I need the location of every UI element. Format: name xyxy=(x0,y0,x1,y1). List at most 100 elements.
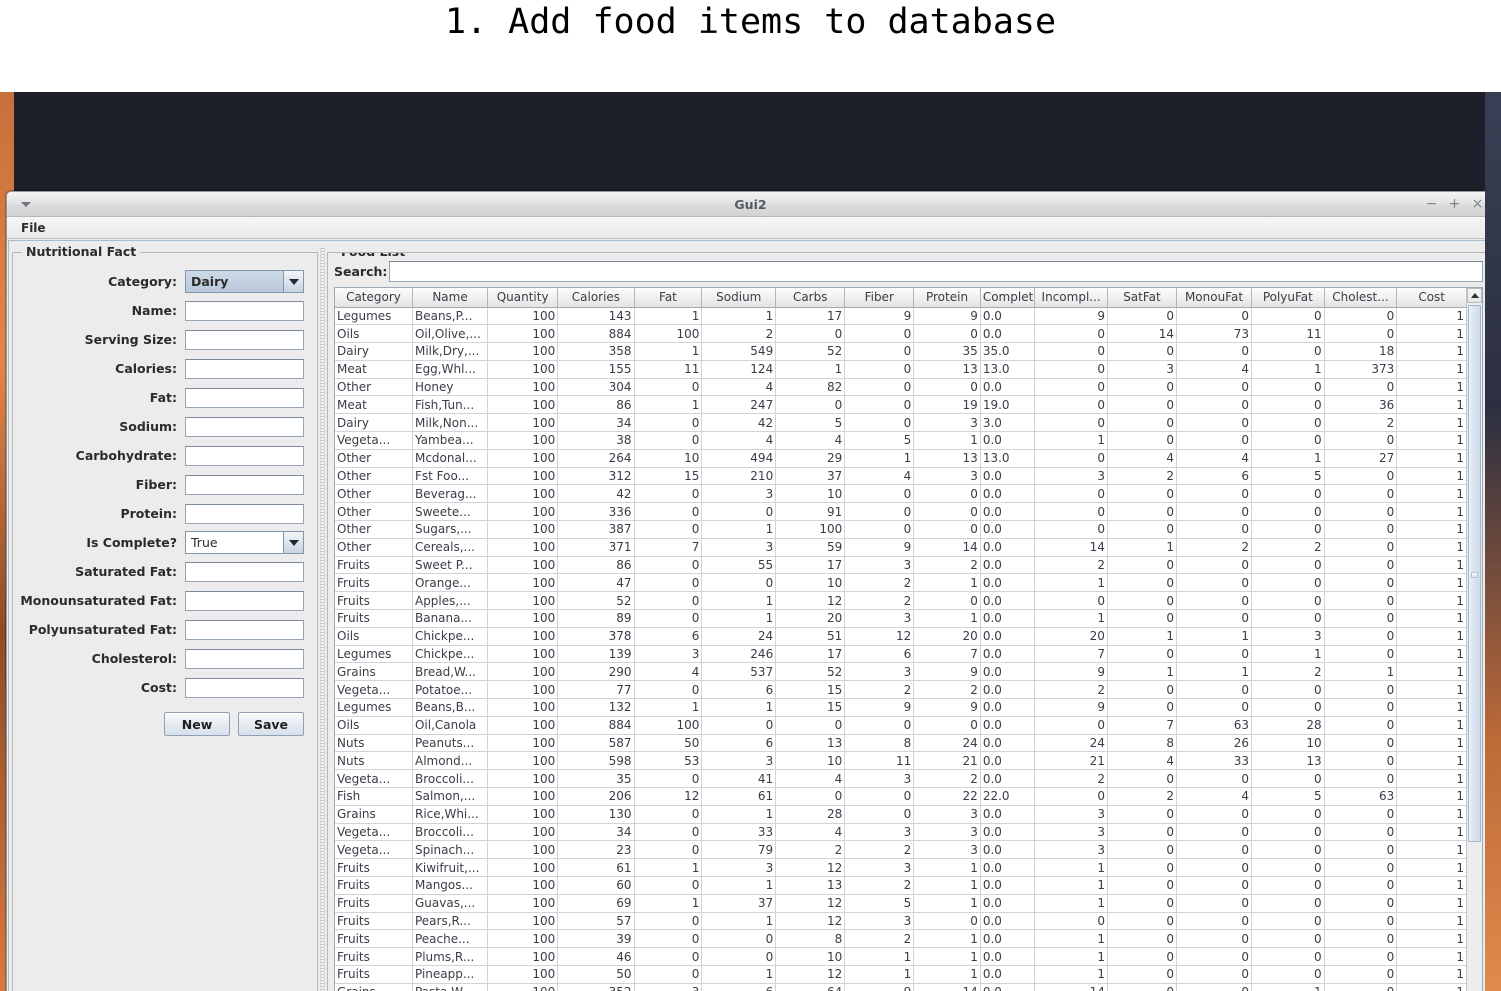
table-cell: 1 xyxy=(1396,342,1466,361)
combo-box[interactable]: True xyxy=(185,531,304,554)
table-row[interactable]: Vegeta... Yambea... 100 38 0 4 4 5 1 0.0 1 0 0 0 0 1 xyxy=(335,431,1466,450)
column-header[interactable]: Protein xyxy=(913,288,981,308)
scrollbar-track[interactable] xyxy=(1467,303,1482,991)
table-row[interactable]: Nuts Almond... 100 598 53 3 10 11 21 0.0 21 4 33 13 0 1 xyxy=(335,751,1466,771)
table-row[interactable]: Other Beverag... 100 42 0 3 10 0 0 0.0 0 0 0 0 0 1 xyxy=(335,484,1466,504)
table-row[interactable]: Dairy Milk,Dry,... 100 358 1 549 52 0 35 35.0 0 0 0 0… xyxy=(335,342,1466,361)
column-header[interactable]: Quantity xyxy=(487,288,559,308)
chevron-down-icon[interactable] xyxy=(21,201,31,207)
table-cell: 0 xyxy=(1251,342,1325,361)
text-field[interactable] xyxy=(185,619,304,640)
table-cell: 1 xyxy=(1396,965,1466,984)
food-table-header-row[interactable]: Category Name Quantity Calories Fat Sodium Car… xyxy=(335,288,1466,308)
table-row[interactable]: GrainsPasta,W...10035236649140.01400101 xyxy=(335,983,1466,991)
food-table-body[interactable]: Legumes Beans,P... 100 143 1 1 17 9 9 0.0 9 0 0 0 0 1 Oi… xyxy=(335,307,1466,991)
food-table[interactable]: Category Name Quantity Calories Fat Sodium Car… xyxy=(335,288,1466,991)
column-header[interactable]: SatFat xyxy=(1107,288,1177,308)
column-header[interactable]: Cost xyxy=(1396,288,1466,308)
table-row[interactable]: Meat Egg,Whl... 100 155 11 124 1 0 13 13.0 0 3 4 1 373… xyxy=(335,360,1466,379)
table-cell: Fruits xyxy=(335,591,413,611)
divider-grip[interactable] xyxy=(320,248,325,991)
table-row[interactable]: Fruits Sweet P... 100 86 0 55 17 3 2 0.0 2 0 0 0 0 1 xyxy=(335,556,1466,575)
table-row[interactable]: Fruits Pears,R... 100 57 0 1 12 3 0 0.0 0 0 0 0 0 1 xyxy=(335,912,1466,931)
table-row[interactable]: Other Sweete... 100 336 0 0 91 0 0 0.0 0 0 0 0 0 1 xyxy=(335,502,1466,522)
table-row[interactable]: Vegeta... Broccoli... 100 35 0 41 4 3 2 0.0 2 0 0 0 0 1 xyxy=(335,769,1466,789)
table-row[interactable]: Other Fst Foo... 100 312 15 210 37 4 3 0.0 3 2 6 5 0 1 xyxy=(335,467,1466,486)
column-header[interactable]: Cholest... xyxy=(1324,288,1398,308)
table-row[interactable]: Fruits Pineapp... 100 50 0 1 12 1 1 0.0 1 0 0 0 0 1 xyxy=(335,965,1466,984)
minimize-button[interactable]: − xyxy=(1425,197,1438,211)
menu-item-file[interactable]: File xyxy=(16,219,51,237)
column-header[interactable]: Fat xyxy=(634,288,703,308)
column-header[interactable]: MonouFat xyxy=(1176,288,1253,308)
table-row[interactable]: Nuts Peanuts... 100 587 50 6 13 8 24 0.0 24 8 26 10 0 1 xyxy=(335,734,1466,753)
table-row[interactable]: Vegeta... Potatoe... 100 77 0 6 15 2 2 0.0 2 0 0 0 0 1 xyxy=(335,680,1466,700)
column-header[interactable]: Name xyxy=(412,288,489,308)
column-header[interactable]: Incompl... xyxy=(1034,288,1108,308)
table-row[interactable]: Fruits Kiwifruit,... 100 61 1 3 12 3 1 0.0 1 0 0 0 0 1 xyxy=(335,858,1466,877)
column-header[interactable]: PolyuFat xyxy=(1251,288,1325,308)
table-row[interactable]: Other Cereals,... 100 371 7 3 59 9 14 0.0 14 1 2 2 0 1 xyxy=(335,538,1466,557)
combo-box[interactable]: Dairy xyxy=(185,270,304,293)
table-row[interactable]: Other Sugars,... 100 387 0 1 100 0 0 0.0 0 0 0 0 0 1 xyxy=(335,520,1466,539)
table-cell: 9 xyxy=(844,983,915,991)
table-row[interactable]: Fruits Apples,... 100 52 0 1 12 2 0 0.0 0 0 0 0 0 1 xyxy=(335,591,1466,611)
table-row[interactable]: Fruits Banana... 100 89 0 1 20 3 1 0.0 1 0 0 0 0 1 xyxy=(335,609,1466,628)
scrollbar-thumb[interactable] xyxy=(1468,305,1481,843)
nutritional-fact-legend: Nutritional Fact xyxy=(22,244,141,259)
table-row[interactable]: Fruits Peache... 100 39 0 0 8 2 1 0.0 1 0 0 0 0 1 xyxy=(335,929,1466,949)
new-button[interactable]: New xyxy=(164,712,230,736)
column-header[interactable]: Carbs xyxy=(775,288,846,308)
column-header[interactable]: Complete xyxy=(980,288,1036,308)
table-vertical-scrollbar[interactable] xyxy=(1466,288,1482,991)
table-row[interactable]: Fruits Guavas,... 100 69 1 37 12 5 1 0.0 1 0 0 0 0 1 xyxy=(335,894,1466,913)
column-header[interactable]: Category xyxy=(335,288,413,308)
text-field[interactable] xyxy=(185,503,304,524)
table-row[interactable]: Fish Salmon,... 100 206 12 61 0 0 22 22.0 0 2 4 5 63 1 xyxy=(335,787,1466,806)
table-row[interactable]: Legumes Chickpe... 100 139 3 246 17 6 7 0.0 7 0 0 1 0 1 xyxy=(335,645,1466,664)
text-field[interactable] xyxy=(185,416,304,437)
search-input[interactable] xyxy=(389,261,1483,282)
table-row[interactable]: Vegeta... Broccoli... 100 34 0 33 4 3 3 0.0 3 0 0 0 0 1 xyxy=(335,823,1466,842)
table-row[interactable]: Vegeta... Spinach... 100 23 0 79 2 2 3 0.0 3 0 0 0 0 1 xyxy=(335,840,1466,860)
split-pane-divider[interactable] xyxy=(318,244,327,991)
table-row[interactable]: Other Mcdonal... 100 264 10 494 29 1 13 13.0 0 4 4 1 2… xyxy=(335,449,1466,468)
column-header[interactable]: Sodium xyxy=(701,288,777,308)
table-row[interactable]: Legumes Beans,B... 100 132 1 1 15 9 9 0.0 9 0 0 0 0 1 xyxy=(335,698,1466,717)
table-row[interactable]: Oils Chickpe... 100 378 6 24 51 12 20 0.0 20 1 1 3 0 1 xyxy=(335,627,1466,646)
text-field[interactable] xyxy=(185,445,304,466)
table-row[interactable]: Fruits Plums,R... 100 46 0 0 10 1 1 0.0 1 0 0 0 0 1 xyxy=(335,947,1466,966)
text-field[interactable] xyxy=(185,474,304,495)
table-row[interactable]: Oils Oil,Olive,... 100 884 100 2 0 0 0 0.0 0 14 73 11… xyxy=(335,324,1466,344)
text-field[interactable] xyxy=(185,677,304,698)
text-field[interactable] xyxy=(185,648,304,669)
table-row[interactable]: Other Honey 100 304 0 4 82 0 0 0.0 0 0 0 0 0 1 xyxy=(335,378,1466,397)
combo-arrow-button[interactable] xyxy=(283,532,303,553)
save-button[interactable]: Save xyxy=(238,712,304,736)
table-row[interactable]: Grains Rice,Whi... 100 130 0 1 28 0 3 0.0 3 0 0 0 0 1 xyxy=(335,805,1466,824)
column-header[interactable]: Calories xyxy=(557,288,635,308)
table-row[interactable]: Grains Bread,W... 100 290 4 537 52 3 9 0.0 9 1 1 2 1 1 xyxy=(335,662,1466,682)
table-row[interactable]: Oils Oil,Canola 100 884 100 0 0 0 0 0.0 0 7 63 28 0 1 xyxy=(335,716,1466,735)
table-row[interactable]: Fruits Mangos... 100 60 0 1 13 2 1 0.0 1 0 0 0 0 1 xyxy=(335,876,1466,895)
column-header[interactable]: Fiber xyxy=(844,288,915,308)
text-field[interactable] xyxy=(185,358,304,379)
table-row[interactable]: Legumes Beans,P... 100 143 1 1 17 9 9 0.0 9 0 0 0 0 1 xyxy=(335,307,1466,326)
table-cell: 1 xyxy=(1396,823,1466,842)
close-button[interactable]: × xyxy=(1471,197,1484,211)
text-field[interactable] xyxy=(185,561,304,582)
text-field[interactable] xyxy=(185,329,304,350)
text-field[interactable] xyxy=(185,300,304,321)
table-cell: 0 xyxy=(634,609,703,628)
text-field[interactable] xyxy=(185,387,304,408)
table-cell: 41 xyxy=(701,769,777,789)
table-cell: 0 xyxy=(634,947,703,966)
table-row[interactable]: Fruits Orange... 100 47 0 0 10 2 1 0.0 1 0 0 0 0 1 xyxy=(335,573,1466,593)
table-cell: 0 xyxy=(1324,894,1398,913)
maximize-button[interactable]: + xyxy=(1448,197,1461,211)
table-row[interactable]: Meat Fish,Tun... 100 86 1 247 0 0 19 19.0 0 0 0 0 36 1 xyxy=(335,395,1466,415)
combo-arrow-button[interactable] xyxy=(283,271,303,292)
table-row[interactable]: Dairy Milk,Non... 100 34 0 42 5 0 3 3.0 0 0 0 0 2 1 xyxy=(335,413,1466,433)
scroll-up-button[interactable] xyxy=(1467,288,1482,303)
text-field[interactable] xyxy=(185,590,304,611)
